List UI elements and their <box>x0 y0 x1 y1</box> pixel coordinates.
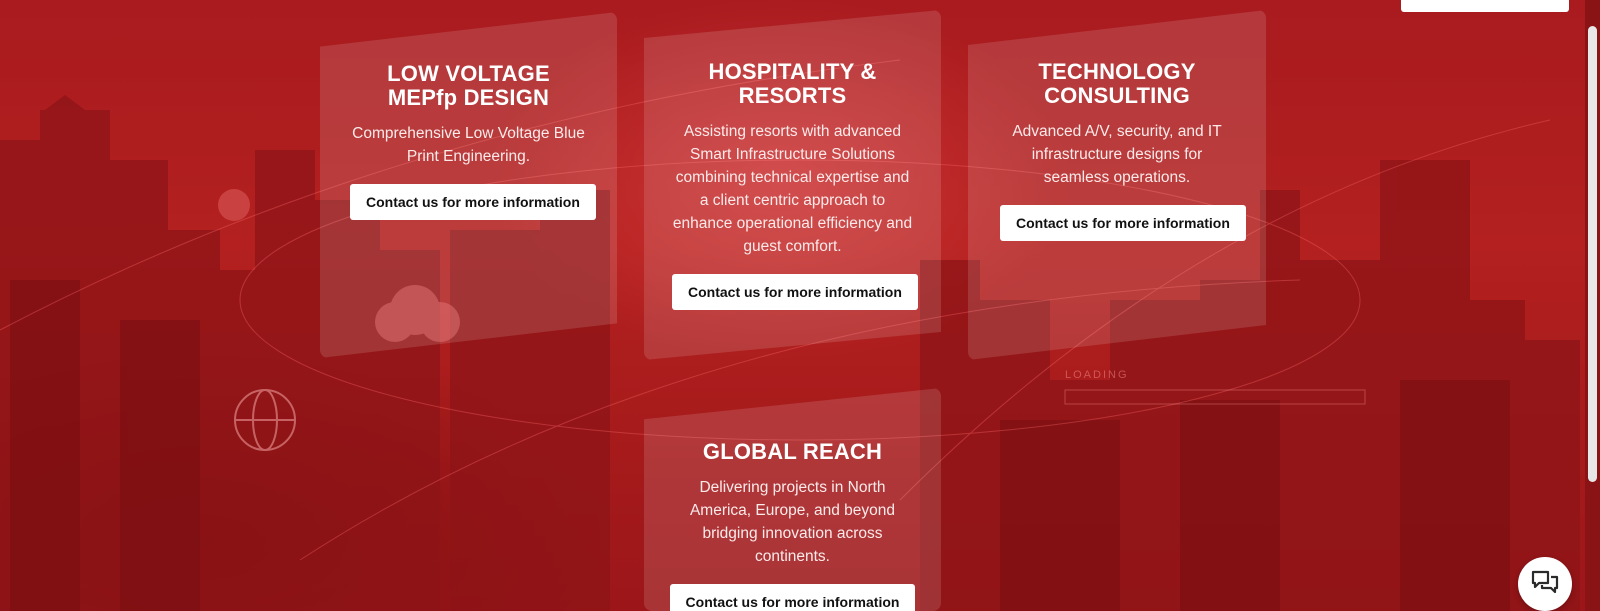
contact-button[interactable]: Contact us for more information <box>350 184 596 220</box>
chat-bubbles-icon <box>1531 569 1559 600</box>
service-card-technology: TECHNOLOGY CONSULTING Advanced A/V, secu… <box>968 10 1266 360</box>
chat-widget-button[interactable] <box>1518 557 1572 611</box>
card-title: GLOBAL REACH <box>702 439 883 464</box>
contact-button[interactable]: Contact us for more information <box>1000 205 1246 241</box>
service-card-hospitality: HOSPITALITY & RESORTS Assisting resorts … <box>644 10 941 360</box>
card-description: Comprehensive Low Voltage Blue Print Eng… <box>352 125 585 165</box>
card-title: LOW VOLTAGE MEPfp DESIGN <box>387 61 550 110</box>
service-card-low-voltage: LOW VOLTAGE MEPfp DESIGN Comprehensive L… <box>320 12 617 358</box>
contact-button[interactable]: Contact us for more information <box>672 274 918 310</box>
card-title: TECHNOLOGY CONSULTING <box>1038 59 1196 108</box>
contact-button[interactable]: Contact us for more information <box>669 584 916 611</box>
card-description: Delivering projects in North America, Eu… <box>689 479 896 565</box>
scrollbar-thumb[interactable] <box>1588 26 1597 482</box>
page-scrollbar[interactable] <box>1585 0 1600 611</box>
service-card-global-reach: GLOBAL REACH Delivering projects in Nort… <box>644 388 941 611</box>
overlay-loading-text: LOADING <box>1065 369 1129 381</box>
card-description: Assisting resorts with advanced Smart In… <box>672 123 913 255</box>
header-button[interactable] <box>1401 0 1569 12</box>
card-description: Advanced A/V, security, and IT infrastru… <box>1012 123 1222 186</box>
card-title: HOSPITALITY & RESORTS <box>708 59 877 108</box>
